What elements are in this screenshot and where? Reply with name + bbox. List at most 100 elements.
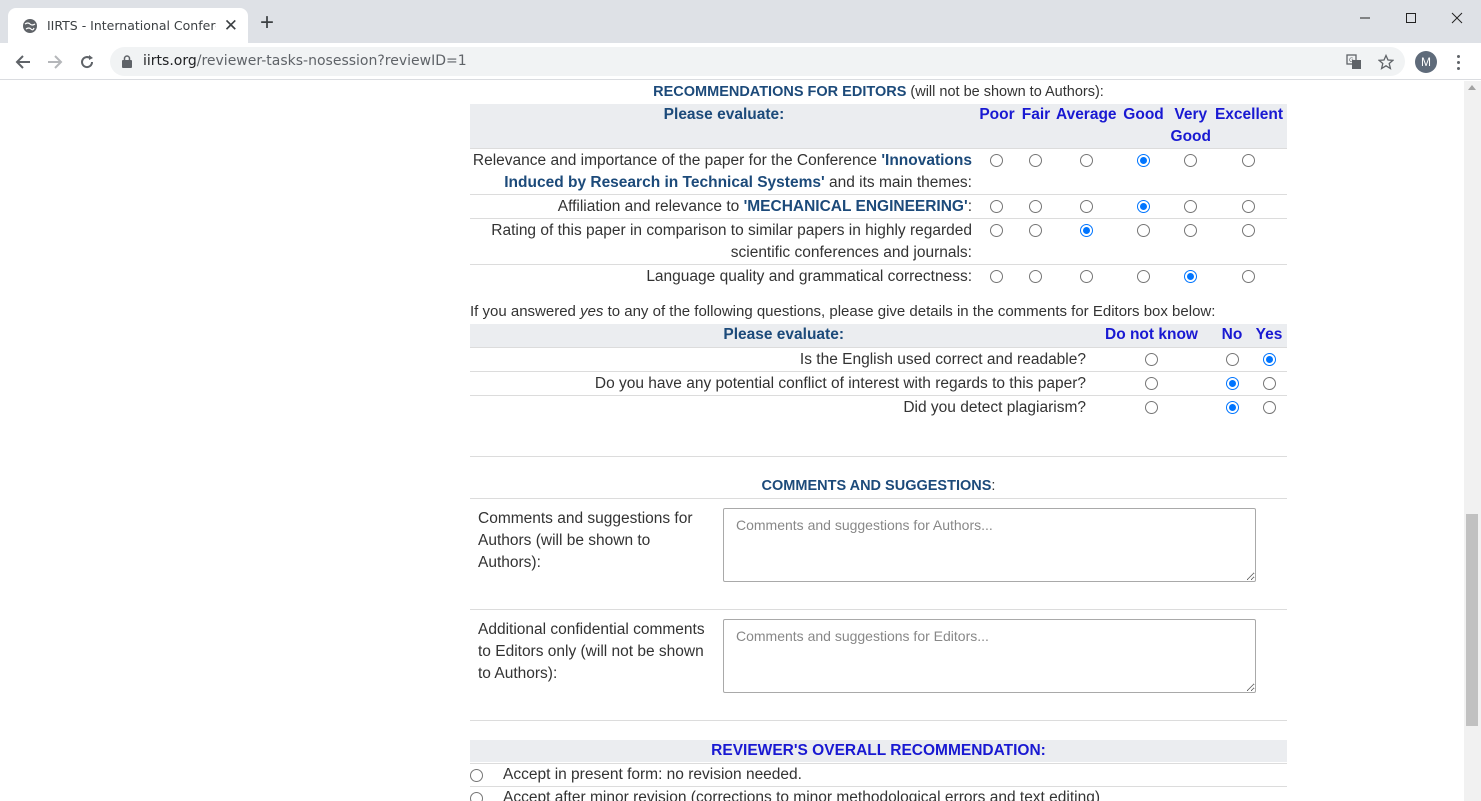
- rating-cell: [1015, 218, 1056, 265]
- address-bar[interactable]: iirts.org/reviewer-tasks-nosession?revie…: [110, 47, 1405, 76]
- col-excellent: Excellent: [1210, 104, 1287, 149]
- rating-radio[interactable]: [1137, 200, 1151, 213]
- tab-close-icon[interactable]: ✕: [224, 17, 238, 34]
- yesno-radio[interactable]: [1225, 352, 1239, 366]
- yesno-radio[interactable]: [1262, 376, 1276, 390]
- rating-cell: [978, 148, 1016, 195]
- back-icon[interactable]: [12, 51, 34, 73]
- rating-radio[interactable]: [990, 200, 1004, 213]
- tab-strip: IIRTS - International Conference on ✕ +: [0, 0, 1481, 43]
- rating-cell: [1116, 218, 1171, 265]
- rating-radio[interactable]: [1242, 224, 1256, 237]
- yesno-question: Did you detect plagiarism?: [470, 394, 1090, 419]
- yesno-radio[interactable]: [1145, 352, 1158, 366]
- rating-radio[interactable]: [1029, 270, 1043, 283]
- yesno-cell: [1090, 346, 1213, 371]
- bookmark-star-icon[interactable]: [1376, 52, 1396, 72]
- col-very-good: Very Good: [1170, 104, 1211, 149]
- authors-comments-label: Comments and suggestions for Authors (wi…: [478, 510, 693, 571]
- minimize-icon[interactable]: [1342, 8, 1388, 28]
- rating-radio[interactable]: [1184, 224, 1198, 237]
- translate-icon[interactable]: G: [1344, 52, 1364, 72]
- yesno-row: Is the English used correct and readable…: [470, 346, 1287, 371]
- new-tab-icon[interactable]: +: [260, 11, 274, 35]
- forward-icon[interactable]: [44, 51, 66, 73]
- rating-cell: [1116, 264, 1171, 288]
- yesno-cell: [1251, 370, 1287, 395]
- recommendation-option-label: Accept after minor revision (corrections…: [503, 789, 1101, 801]
- editors-comments-row: Additional confidential comments to Edit…: [470, 609, 1287, 720]
- yesno-evaluation-table: Please evaluate: Do not know No Yes Is t…: [470, 324, 1287, 419]
- divider: [470, 720, 1287, 721]
- col-no: No: [1213, 324, 1251, 347]
- rating-radio[interactable]: [1079, 200, 1093, 213]
- rating-cell: [1116, 194, 1171, 219]
- rating-radio[interactable]: [1137, 224, 1151, 237]
- rating-cell: [1170, 194, 1211, 219]
- tab-title: IIRTS - International Conference on: [47, 18, 216, 33]
- col-good: Good: [1116, 104, 1171, 149]
- recommendation-option[interactable]: Accept in present form: no revision need…: [470, 763, 1287, 786]
- scroll-up-arrow-icon[interactable]: [1468, 85, 1476, 90]
- yesno-cell: [1213, 346, 1251, 371]
- rating-radio[interactable]: [990, 270, 1004, 283]
- url-text: iirts.org/reviewer-tasks-nosession?revie…: [143, 53, 467, 69]
- rating-radio[interactable]: [1242, 200, 1256, 213]
- rating-radio[interactable]: [990, 154, 1004, 167]
- evaluation-question: Language quality and grammatical correct…: [470, 264, 978, 288]
- rating-cell: [1055, 148, 1117, 195]
- rating-radio[interactable]: [990, 224, 1004, 237]
- yesno-radio[interactable]: [1262, 352, 1276, 366]
- col-fair: Fair: [1015, 104, 1056, 149]
- yesno-radio[interactable]: [1145, 376, 1158, 390]
- rating-cell: [1170, 148, 1211, 195]
- scroll-thumb[interactable]: [1466, 514, 1478, 726]
- browser-toolbar: iirts.org/reviewer-tasks-nosession?revie…: [0, 43, 1481, 80]
- rating-radio[interactable]: [1029, 224, 1043, 237]
- profile-avatar[interactable]: M: [1415, 51, 1437, 73]
- col-average: Average: [1055, 104, 1117, 149]
- yesno-radio[interactable]: [1225, 376, 1239, 390]
- editors-comments-textarea[interactable]: [723, 619, 1256, 693]
- rating-cell: [1015, 264, 1056, 288]
- svg-text:G: G: [1349, 57, 1354, 64]
- rating-cell: [1116, 148, 1171, 195]
- yesno-radio[interactable]: [1225, 400, 1239, 414]
- rating-radio[interactable]: [1079, 154, 1093, 167]
- rating-radio[interactable]: [1184, 270, 1198, 283]
- rating-radio[interactable]: [1184, 154, 1198, 167]
- close-window-icon[interactable]: [1434, 8, 1480, 28]
- rating-radio[interactable]: [1029, 200, 1043, 213]
- rating-cell: [1210, 264, 1287, 288]
- rating-radio[interactable]: [1242, 270, 1256, 283]
- recommendation-radio[interactable]: [470, 792, 483, 801]
- authors-comments-row: Comments and suggestions for Authors (wi…: [470, 498, 1287, 609]
- rating-cell: [1015, 148, 1056, 195]
- editors-heading: RECOMMENDATIONS FOR EDITORS (will not be…: [653, 84, 1104, 100]
- yesno-radio[interactable]: [1262, 400, 1276, 414]
- kebab-menu-icon[interactable]: [1452, 51, 1464, 73]
- rating-cell: [1055, 218, 1117, 265]
- please-evaluate-label-2: Please evaluate:: [470, 324, 1090, 347]
- reload-icon[interactable]: [76, 51, 98, 73]
- rating-radio[interactable]: [1184, 200, 1198, 213]
- maximize-icon[interactable]: [1388, 8, 1434, 28]
- evaluation-question: Affiliation and relevance to 'MECHANICAL…: [470, 194, 978, 219]
- recommendation-radio[interactable]: [470, 769, 483, 782]
- yesno-row: Do you have any potential conflict of in…: [470, 370, 1287, 395]
- editors-evaluation-table: Please evaluate: Poor Fair Average Good …: [470, 104, 1287, 288]
- rating-radio[interactable]: [1029, 154, 1043, 167]
- yesno-radio[interactable]: [1145, 400, 1158, 414]
- rating-cell: [978, 218, 1016, 265]
- recommendation-option[interactable]: Accept after minor revision (corrections…: [470, 786, 1287, 801]
- yesno-cell: [1090, 394, 1213, 419]
- authors-comments-textarea[interactable]: [723, 508, 1256, 582]
- browser-tab[interactable]: IIRTS - International Conference on ✕: [8, 8, 248, 43]
- rating-radio[interactable]: [1137, 154, 1151, 167]
- rating-radio[interactable]: [1079, 224, 1093, 237]
- rating-radio[interactable]: [1079, 270, 1093, 283]
- page-scrollbar[interactable]: [1464, 81, 1481, 801]
- evaluation-question: Rating of this paper in comparison to si…: [470, 218, 978, 265]
- rating-radio[interactable]: [1242, 154, 1256, 167]
- rating-radio[interactable]: [1137, 270, 1151, 283]
